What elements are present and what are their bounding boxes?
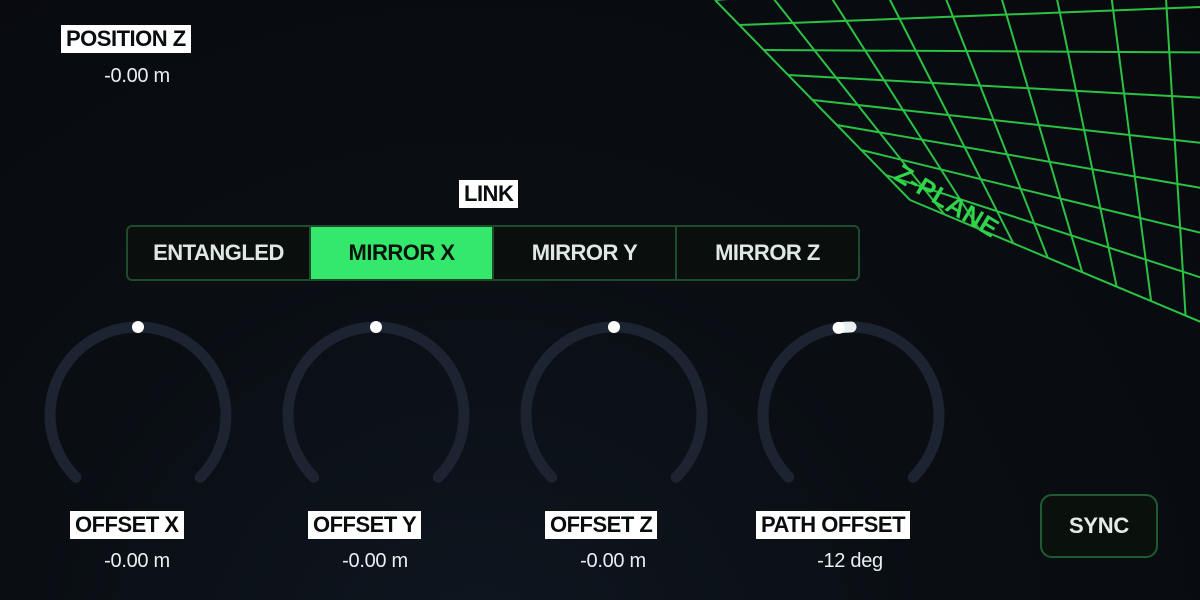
offset-x-knob-handle[interactable] xyxy=(132,321,144,333)
position-z-value[interactable]: -0.00 m xyxy=(62,64,212,88)
offset-y-knob[interactable] xyxy=(276,315,476,515)
link-option-mirror-z[interactable]: MIRROR Z xyxy=(677,227,858,279)
offset-y-knob-handle[interactable] xyxy=(370,321,382,333)
offset-x-knob[interactable] xyxy=(38,315,238,515)
offset-x-label: OFFSET X xyxy=(70,511,184,539)
offset-y-value[interactable]: -0.00 m xyxy=(300,549,450,573)
link-label: LINK xyxy=(459,180,519,208)
link-option-entangled[interactable]: ENTANGLED xyxy=(128,227,311,279)
path-offset-value[interactable]: -12 deg xyxy=(775,549,925,573)
path-offset-label: PATH OFFSET xyxy=(756,511,911,539)
offset-z-label: OFFSET Z xyxy=(545,511,658,539)
sync-button[interactable]: SYNC xyxy=(1040,494,1158,558)
link-option-mirror-y[interactable]: MIRROR Y xyxy=(494,227,677,279)
offset-x-value[interactable]: -0.00 m xyxy=(62,549,212,573)
z-plane-label: Z-PLANE xyxy=(889,158,1005,244)
offset-z-value[interactable]: -0.00 m xyxy=(538,549,688,573)
offset-y-label: OFFSET Y xyxy=(308,511,422,539)
path-offset-knob-handle[interactable] xyxy=(832,321,845,334)
position-z-label: POSITION Z xyxy=(61,25,191,53)
path-offset-knob[interactable] xyxy=(751,315,951,515)
offset-z-knob[interactable] xyxy=(514,315,714,515)
link-mode-selector: ENTANGLED MIRROR X MIRROR Y MIRROR Z xyxy=(126,225,860,281)
offset-z-knob-handle[interactable] xyxy=(608,321,620,333)
link-option-mirror-x[interactable]: MIRROR X xyxy=(311,227,494,279)
